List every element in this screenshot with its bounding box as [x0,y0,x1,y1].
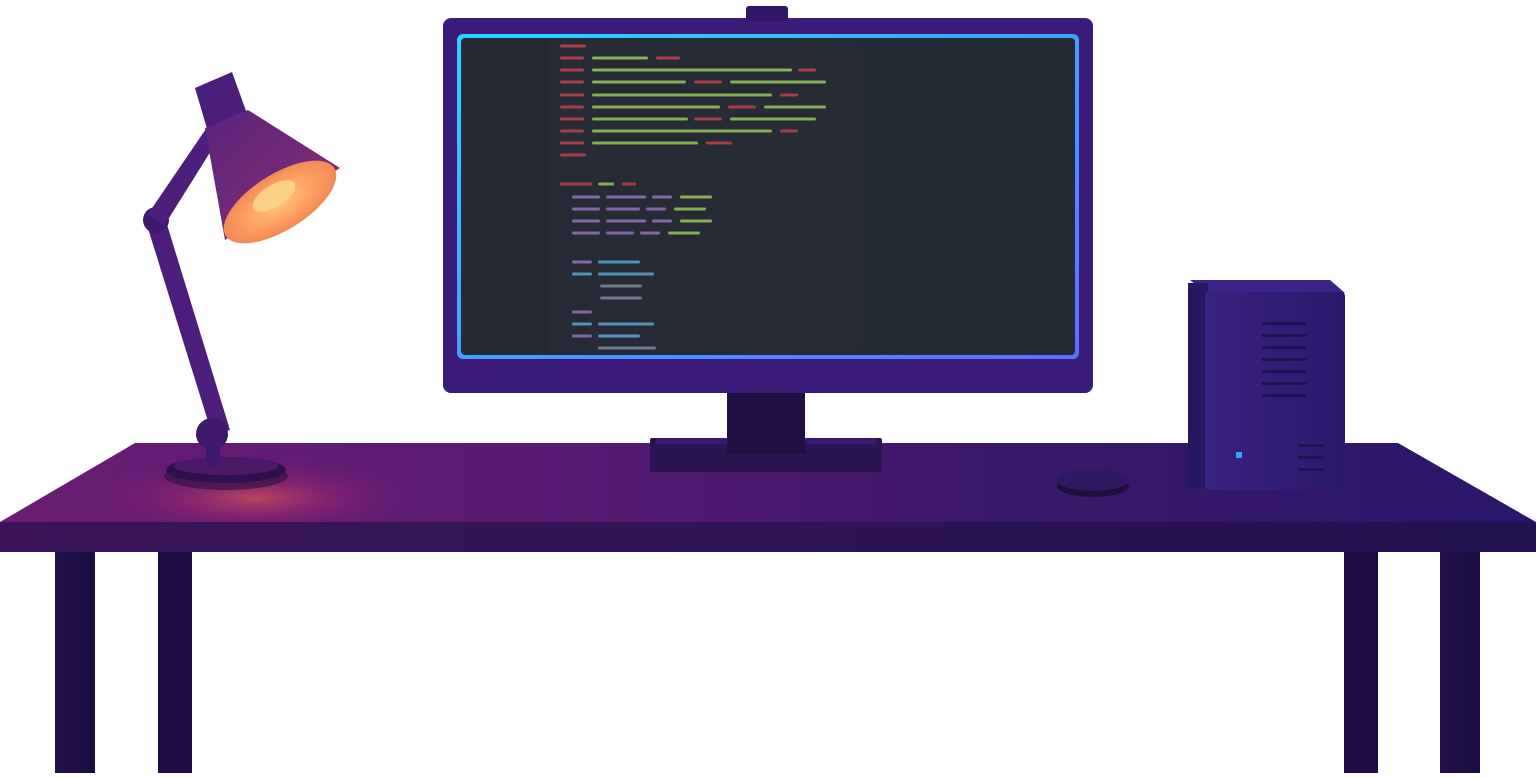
code-token-20 [694,117,722,121]
webcam [746,6,788,21]
vent-slot-1 [1262,334,1306,337]
code-token-54 [572,310,592,314]
code-token-29 [560,182,592,186]
computer-top [1190,280,1345,293]
code-token-56 [598,322,654,326]
desk-lamp [143,72,340,490]
vent-slot-6 [1262,394,1306,397]
code-token-16 [728,105,756,109]
power-led [1236,452,1242,458]
code-token-5 [592,68,792,72]
code-token-12 [592,93,772,97]
code-token-53 [600,296,642,300]
vent-slot-4 [1262,370,1306,373]
code-token-9 [694,80,722,84]
code-token-45 [606,231,634,235]
vent-slot-5 [1262,382,1306,385]
code-token-0 [560,44,586,48]
code-token-35 [680,195,712,199]
desk-leg-front-right [1440,548,1480,773]
code-token-22 [560,129,584,133]
code-token-18 [560,117,584,121]
code-token-6 [798,68,816,72]
editor-sidebar [465,42,548,351]
computer-front [1205,292,1345,490]
code-token-51 [598,272,654,276]
lamp-stem [206,434,220,466]
code-token-7 [560,80,584,84]
code-token-36 [572,207,600,211]
code-token-52 [600,284,642,288]
vent-slot-2 [1262,346,1306,349]
code-token-28 [560,153,586,157]
desktop-computer [1188,280,1345,490]
lamp-base-top [174,457,278,475]
desk-leg-back-right [1344,548,1378,773]
code-token-38 [646,207,666,211]
code-token-11 [560,93,584,97]
code-token-25 [560,141,584,145]
code-token-41 [606,219,646,223]
desk-illustration [0,6,1536,773]
code-token-33 [606,195,646,199]
code-token-57 [572,334,592,338]
code-token-23 [592,129,772,133]
code-token-40 [572,219,600,223]
code-token-4 [560,68,584,72]
code-token-8 [592,80,686,84]
code-token-47 [668,231,700,235]
code-token-10 [730,80,826,84]
code-token-19 [592,117,688,121]
code-token-58 [598,334,640,338]
monitor [443,6,1093,472]
coaster-top [1057,469,1129,491]
code-token-46 [640,231,660,235]
coaster [1057,469,1129,497]
desk [0,443,1536,773]
desk-leg-front-left [55,548,95,773]
code-token-55 [572,322,592,326]
code-token-1 [560,56,584,60]
code-token-14 [560,105,584,109]
code-token-37 [606,207,640,211]
vent-slot-9 [1298,468,1324,471]
code-token-30 [598,182,614,186]
vent-slot-8 [1298,456,1324,459]
code-token-43 [680,219,712,223]
vent-slot-0 [1262,322,1306,325]
code-token-21 [730,117,816,121]
code-token-44 [572,231,600,235]
editor-right-panel [860,42,1070,351]
code-token-48 [572,260,592,264]
code-token-17 [764,105,826,109]
code-token-39 [674,207,706,211]
lamp-lower-arm [146,218,230,434]
code-token-42 [652,219,672,223]
desk-front-edge [0,522,1536,552]
monitor-stand-neck [727,386,805,454]
code-token-31 [622,182,636,186]
code-token-26 [592,141,698,145]
code-token-59 [598,346,656,350]
code-token-2 [592,56,648,60]
desk-leg-back-left [158,548,192,773]
code-token-3 [656,56,680,60]
code-token-27 [706,141,732,145]
code-token-34 [652,195,672,199]
code-token-50 [572,272,592,276]
code-token-13 [780,93,798,97]
vent-slot-3 [1262,358,1306,361]
vent-slot-7 [1298,444,1324,447]
code-token-49 [598,260,640,264]
code-token-32 [572,195,600,199]
code-token-24 [780,129,798,133]
code-token-15 [592,105,720,109]
desk-scene [0,0,1536,778]
